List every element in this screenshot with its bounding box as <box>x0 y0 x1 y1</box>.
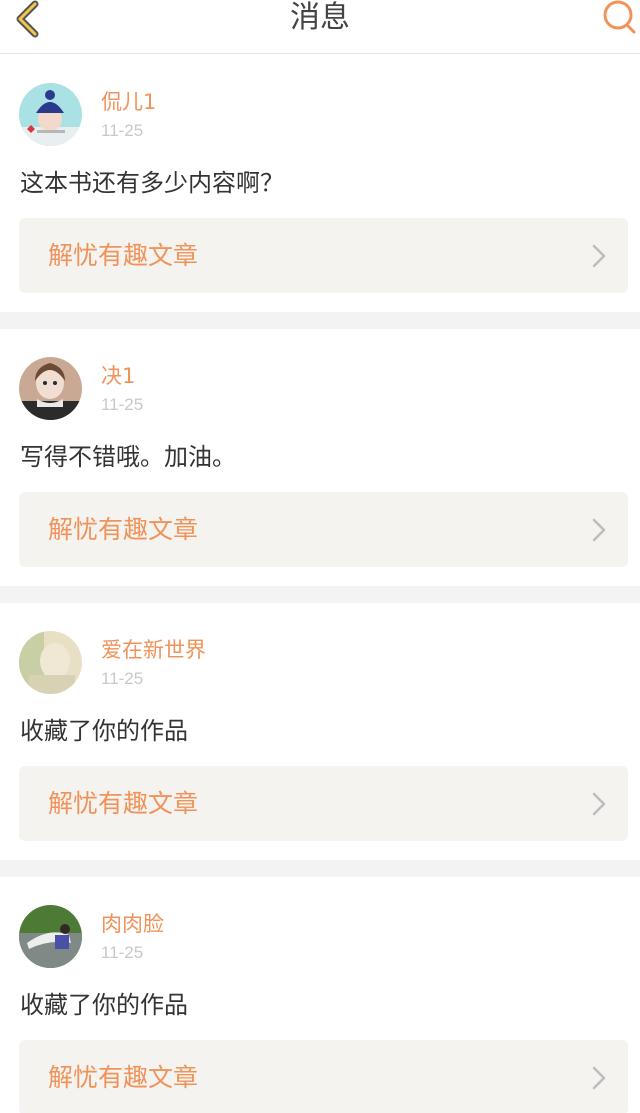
chevron-right-icon <box>592 244 606 268</box>
avatar[interactable] <box>19 83 82 146</box>
username[interactable]: 决1 <box>101 363 135 389</box>
username[interactable]: 侃儿1 <box>101 89 156 115</box>
message-time: 11-25 <box>101 395 144 414</box>
divider <box>0 860 640 877</box>
chevron-right-icon <box>592 518 606 542</box>
message-item: 肉肉脸 11-25 收藏了你的作品 解忧有趣文章 <box>0 877 640 1113</box>
avatar-outdoor-figure-image <box>19 905 82 968</box>
chevron-right-icon <box>592 792 606 816</box>
article-title: 解忧有趣文章 <box>48 241 199 270</box>
article-title: 解忧有趣文章 <box>48 515 199 544</box>
chevron-right-icon <box>592 1066 606 1090</box>
article-link[interactable]: 解忧有趣文章 <box>19 492 628 567</box>
message-item: 决1 11-25 写得不错哦。加油。 解忧有趣文章 <box>0 329 640 586</box>
search-button[interactable] <box>596 0 640 40</box>
avatar-child-scarf-image <box>19 357 82 420</box>
message-item: 侃儿1 11-25 这本书还有多少内容啊？ 解忧有趣文章 <box>0 55 640 312</box>
search-icon <box>603 0 636 34</box>
message-content: 写得不错哦。加油。 <box>20 443 236 471</box>
message-time: 11-25 <box>101 669 144 688</box>
message-time: 11-25 <box>101 121 144 140</box>
divider <box>0 312 640 329</box>
avatar-faded-photo-image <box>19 631 82 694</box>
article-link[interactable]: 解忧有趣文章 <box>19 218 628 293</box>
message-item: 爱在新世界 11-25 收藏了你的作品 解忧有趣文章 <box>0 603 640 860</box>
article-link[interactable]: 解忧有趣文章 <box>19 766 628 841</box>
article-link[interactable]: 解忧有趣文章 <box>19 1040 628 1113</box>
message-list: 侃儿1 11-25 这本书还有多少内容啊？ 解忧有趣文章 决1 11-25 写得… <box>0 55 640 1113</box>
avatar[interactable] <box>19 357 82 420</box>
username[interactable]: 爱在新世界 <box>101 637 206 663</box>
article-title: 解忧有趣文章 <box>48 1063 199 1092</box>
avatar-girl-hat-image <box>19 83 82 146</box>
article-title: 解忧有趣文章 <box>48 789 199 818</box>
message-content: 收藏了你的作品 <box>20 991 188 1019</box>
page-title: 消息 <box>290 0 350 35</box>
avatar[interactable] <box>19 905 82 968</box>
username[interactable]: 肉肉脸 <box>101 911 164 937</box>
divider <box>0 586 640 603</box>
avatar[interactable] <box>19 631 82 694</box>
message-content: 收藏了你的作品 <box>20 717 188 745</box>
message-time: 11-25 <box>101 943 144 962</box>
message-content: 这本书还有多少内容啊？ <box>20 169 284 197</box>
top-nav-bar: 消息 <box>0 0 640 54</box>
